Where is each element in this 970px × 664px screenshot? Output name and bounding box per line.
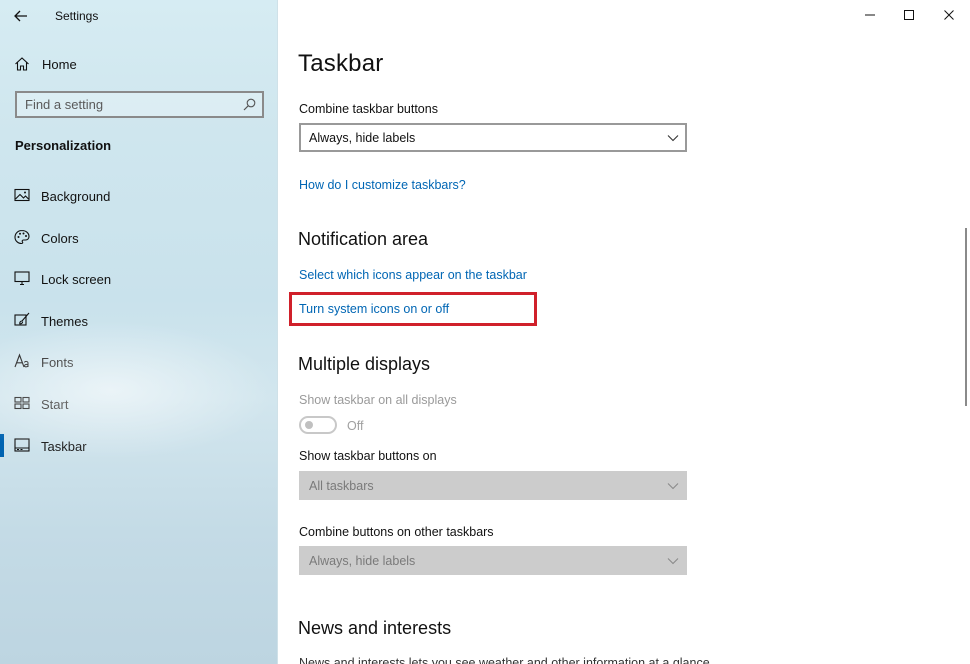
sidebar-item-label: Taskbar: [41, 438, 87, 454]
sidebar-item-label: Background: [41, 189, 111, 204]
search-icon[interactable]: [243, 98, 256, 111]
sidebar-item-background[interactable]: Background: [0, 175, 278, 217]
show-taskbar-all-displays-toggle[interactable]: [299, 416, 337, 434]
titlebar-left: Settings: [0, 0, 278, 32]
main-content: Taskbar Combine taskbar buttons Always, …: [279, 0, 970, 664]
taskbar-icon: [14, 438, 30, 452]
scrollbar[interactable]: [965, 228, 967, 406]
sidebar: Settings Home Personalization Background: [0, 0, 278, 664]
combine-other-taskbars-label: Combine buttons on other taskbars: [299, 525, 494, 539]
chevron-down-icon: [667, 558, 679, 565]
chevron-down-icon: [667, 483, 679, 490]
home-icon: [15, 57, 29, 71]
sidebar-item-home[interactable]: Home: [0, 50, 278, 78]
selection-indicator: [0, 433, 4, 457]
home-label: Home: [42, 57, 77, 72]
search-input[interactable]: [17, 93, 237, 116]
multiple-displays-heading: Multiple displays: [298, 354, 431, 374]
brush-icon: [14, 312, 30, 326]
minimize-icon: [865, 14, 875, 16]
sidebar-item-label: Themes: [41, 313, 88, 329]
close-button[interactable]: [929, 0, 969, 30]
sidebar-item-label: Lock screen: [41, 272, 112, 288]
chevron-down-icon: [667, 135, 679, 142]
search-box[interactable]: [15, 91, 264, 118]
maximize-button[interactable]: [889, 0, 929, 30]
combine-taskbar-buttons-dropdown[interactable]: Always, hide labels: [299, 123, 687, 152]
sidebar-item-fonts[interactable]: Fonts: [0, 341, 278, 383]
sidebar-item-taskbar[interactable]: Taskbar: [0, 425, 278, 467]
sidebar-item-colors[interactable]: Colors: [0, 217, 278, 259]
back-button[interactable]: [8, 3, 34, 29]
image-icon: [14, 188, 30, 202]
sidebar-item-lock-screen[interactable]: Lock screen: [0, 258, 278, 300]
combine-other-taskbars-dropdown[interactable]: Always, hide labels: [299, 546, 687, 575]
start-grid-icon: [14, 396, 30, 410]
palette-icon: [14, 229, 30, 244]
dropdown-value: Always, hide labels: [309, 131, 416, 145]
dropdown-value: All taskbars: [309, 479, 374, 493]
back-arrow-icon: [14, 10, 27, 22]
page-title: Taskbar: [298, 50, 384, 77]
section-label: Personalization: [15, 138, 112, 153]
sidebar-item-label: Fonts: [41, 355, 74, 371]
select-icons-link[interactable]: Select which icons appear on the taskbar: [299, 268, 527, 282]
notification-area-heading: Notification area: [298, 229, 429, 249]
show-taskbar-buttons-label: Show taskbar buttons on: [299, 449, 437, 463]
show-taskbar-all-displays-label: Show taskbar on all displays: [299, 393, 457, 407]
show-taskbar-buttons-dropdown[interactable]: All taskbars: [299, 471, 687, 500]
sidebar-nav: Background Colors Lock screen Themes Fon…: [0, 175, 278, 466]
toggle-knob: [305, 421, 313, 429]
news-description: News and interests lets you see weather …: [299, 656, 710, 664]
monitor-icon: [14, 271, 30, 286]
app-title: Settings: [55, 9, 99, 23]
customize-taskbars-link[interactable]: How do I customize taskbars?: [299, 178, 466, 192]
sidebar-item-start[interactable]: Start: [0, 383, 278, 425]
dropdown-value: Always, hide labels: [309, 554, 416, 568]
sidebar-item-themes[interactable]: Themes: [0, 300, 278, 342]
toggle-state-label: Off: [347, 419, 364, 433]
minimize-button[interactable]: [850, 0, 890, 30]
sidebar-item-label: Start: [41, 396, 69, 412]
close-icon: [944, 10, 954, 20]
font-icon: [14, 353, 29, 368]
system-icons-link[interactable]: Turn system icons on or off: [299, 302, 449, 316]
maximize-icon: [904, 10, 914, 20]
sidebar-item-label: Colors: [41, 230, 79, 246]
combine-taskbar-buttons-label: Combine taskbar buttons: [299, 102, 438, 116]
news-interests-heading: News and interests: [298, 618, 452, 638]
